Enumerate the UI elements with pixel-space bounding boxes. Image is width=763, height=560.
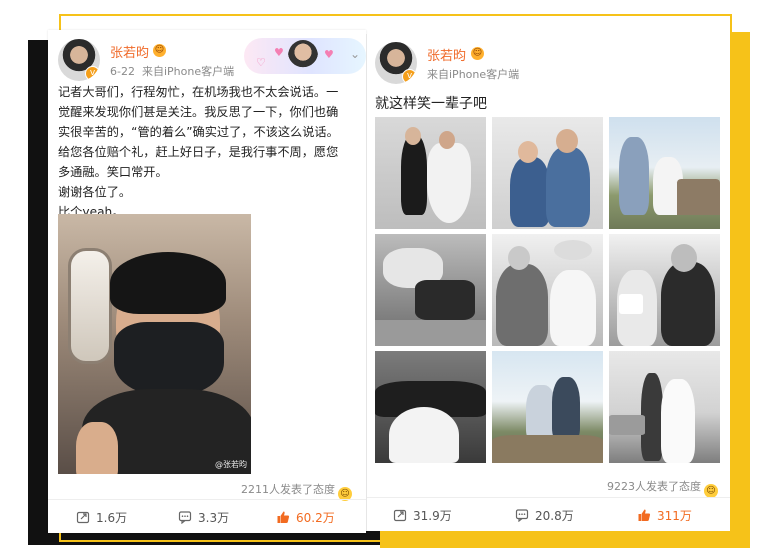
photo-figure bbox=[546, 147, 590, 227]
photo-figure bbox=[492, 435, 603, 463]
photo-figure bbox=[439, 131, 455, 149]
grid-photo[interactable] bbox=[492, 117, 603, 229]
comment-icon bbox=[515, 509, 529, 522]
photo-figure bbox=[609, 415, 645, 435]
photo-figure bbox=[496, 264, 548, 346]
grid-photo[interactable] bbox=[375, 351, 486, 463]
avatar[interactable]: v bbox=[375, 42, 417, 84]
photo-mask bbox=[114, 322, 224, 396]
photo-figure bbox=[389, 407, 459, 463]
reaction-summary[interactable]: 2211人发表了态度 ☺ bbox=[241, 481, 352, 501]
photo-figure bbox=[427, 143, 471, 223]
heart-icon: ♥ bbox=[324, 48, 334, 61]
photo-figure bbox=[671, 244, 697, 272]
author-name[interactable]: 张若昀 bbox=[427, 45, 466, 64]
repost-button[interactable]: 1.6万 bbox=[76, 500, 127, 534]
photo-figure bbox=[518, 141, 538, 163]
avatar[interactable]: v bbox=[58, 39, 100, 81]
action-bar: 31.9万 20.8万 311万 bbox=[367, 497, 730, 532]
photo-figure bbox=[405, 127, 421, 145]
author-name[interactable]: 张若昀 bbox=[110, 42, 149, 61]
post-source: 来自iPhone客户端 bbox=[141, 65, 235, 78]
post-date: 6-22 bbox=[110, 65, 135, 78]
photo-figure bbox=[510, 157, 550, 227]
photo-figure bbox=[375, 320, 486, 346]
repost-count: 31.9万 bbox=[413, 508, 452, 523]
repost-icon bbox=[393, 509, 407, 522]
repost-icon bbox=[76, 511, 90, 524]
photo-figure bbox=[552, 377, 580, 441]
heart-icon: ♥ bbox=[274, 46, 284, 59]
photo-figure bbox=[415, 280, 475, 320]
post-text-line: 多通融。笑口常开。 bbox=[58, 165, 168, 179]
black-frame-bar bbox=[28, 40, 50, 545]
comment-count: 20.8万 bbox=[535, 508, 574, 523]
photo-watermark: @张若昀 bbox=[215, 460, 247, 469]
post-text-line: 谢谢各位了。 bbox=[58, 185, 132, 199]
grid-photo[interactable] bbox=[492, 234, 603, 346]
post-text-line: 实很辛苦的，“管的着么”确实过了，不该这么说话。 bbox=[58, 125, 339, 139]
sticker-face-icon bbox=[288, 40, 318, 72]
like-count: 60.2万 bbox=[296, 510, 335, 525]
like-button[interactable]: 60.2万 bbox=[276, 500, 335, 534]
verified-badge-icon: v bbox=[402, 69, 417, 84]
post-source: 来自iPhone客户端 bbox=[427, 68, 520, 81]
weibo-post-right: v 张若昀 ☺ 来自iPhone客户端 就这样笑一辈子吧 9223人发表了态度 … bbox=[366, 34, 730, 531]
grid-photo[interactable] bbox=[609, 117, 720, 229]
post-text: 就这样笑一辈子吧 bbox=[375, 96, 487, 112]
post-photo[interactable]: @张若昀 bbox=[58, 214, 251, 474]
grid-photo[interactable] bbox=[375, 234, 486, 346]
post-meta: 6-22 来自iPhone客户端 bbox=[110, 63, 234, 79]
photo-hair bbox=[110, 252, 226, 314]
post-text-line: 记者大哥们，行程匆忙，在机场我也不太会说话。一 bbox=[58, 85, 339, 99]
photo-hand bbox=[76, 422, 118, 474]
grid-photo[interactable] bbox=[375, 117, 486, 229]
comment-button[interactable]: 20.8万 bbox=[515, 498, 574, 532]
comment-icon bbox=[178, 511, 192, 524]
yellow-frame-bar bbox=[730, 32, 750, 548]
verified-badge-icon: v bbox=[85, 66, 100, 81]
vip-emoji-icon: ☺ bbox=[471, 47, 484, 60]
laugh-emoji-icon: ☺ bbox=[704, 484, 718, 498]
reaction-summary-text: 2211人发表了态度 bbox=[241, 483, 335, 496]
photo-figure bbox=[554, 240, 592, 260]
reaction-summary[interactable]: 9223人发表了态度 ☺ bbox=[607, 478, 718, 498]
post-text-line: 觉醒来发现你们甚是关注。我反思了一下，你们也确 bbox=[58, 105, 339, 119]
chevron-down-icon[interactable]: ⌄ bbox=[350, 47, 360, 61]
photo-figure bbox=[619, 294, 643, 314]
sticker-card: ♥ ♡ ♥ ⌄ bbox=[244, 38, 366, 74]
heart-icon: ♡ bbox=[256, 56, 266, 69]
photo-figure bbox=[550, 270, 596, 346]
repost-button[interactable]: 31.9万 bbox=[393, 498, 452, 532]
post-text: 记者大哥们，行程匆忙，在机场我也不太会说话。一 觉醒来发现你们甚是关注。我反思了… bbox=[58, 82, 358, 222]
photo-figure bbox=[619, 137, 649, 215]
airplane-window bbox=[68, 248, 112, 364]
photo-figure bbox=[401, 135, 427, 215]
comment-count: 3.3万 bbox=[198, 510, 230, 525]
weibo-post-left: v 张若昀 ☺ 6-22 来自iPhone客户端 ♥ ♡ ♥ ⌄ 记者大哥们，行程… bbox=[48, 30, 366, 533]
photo-figure bbox=[556, 129, 578, 153]
like-button[interactable]: 311万 bbox=[637, 498, 692, 532]
photo-grid bbox=[375, 117, 720, 472]
photo-figure bbox=[508, 246, 530, 270]
comment-button[interactable]: 3.3万 bbox=[178, 500, 229, 534]
action-bar: 1.6万 3.3万 60.2万 bbox=[48, 499, 366, 534]
grid-photo[interactable] bbox=[492, 351, 603, 463]
grid-photo[interactable] bbox=[609, 234, 720, 346]
like-count: 311万 bbox=[657, 508, 692, 523]
like-icon bbox=[277, 511, 290, 523]
photo-figure bbox=[661, 262, 715, 346]
grid-photo[interactable] bbox=[609, 351, 720, 463]
like-icon bbox=[638, 509, 651, 521]
photo-figure bbox=[661, 379, 695, 463]
photo-figure bbox=[677, 179, 720, 215]
repost-count: 1.6万 bbox=[96, 510, 128, 525]
reaction-summary-text: 9223人发表了态度 bbox=[607, 480, 701, 493]
vip-emoji-icon: ☺ bbox=[153, 44, 166, 57]
post-text-line: 给您各位赔个礼，赶上好日子，是我行事不周，愿您 bbox=[58, 145, 339, 159]
